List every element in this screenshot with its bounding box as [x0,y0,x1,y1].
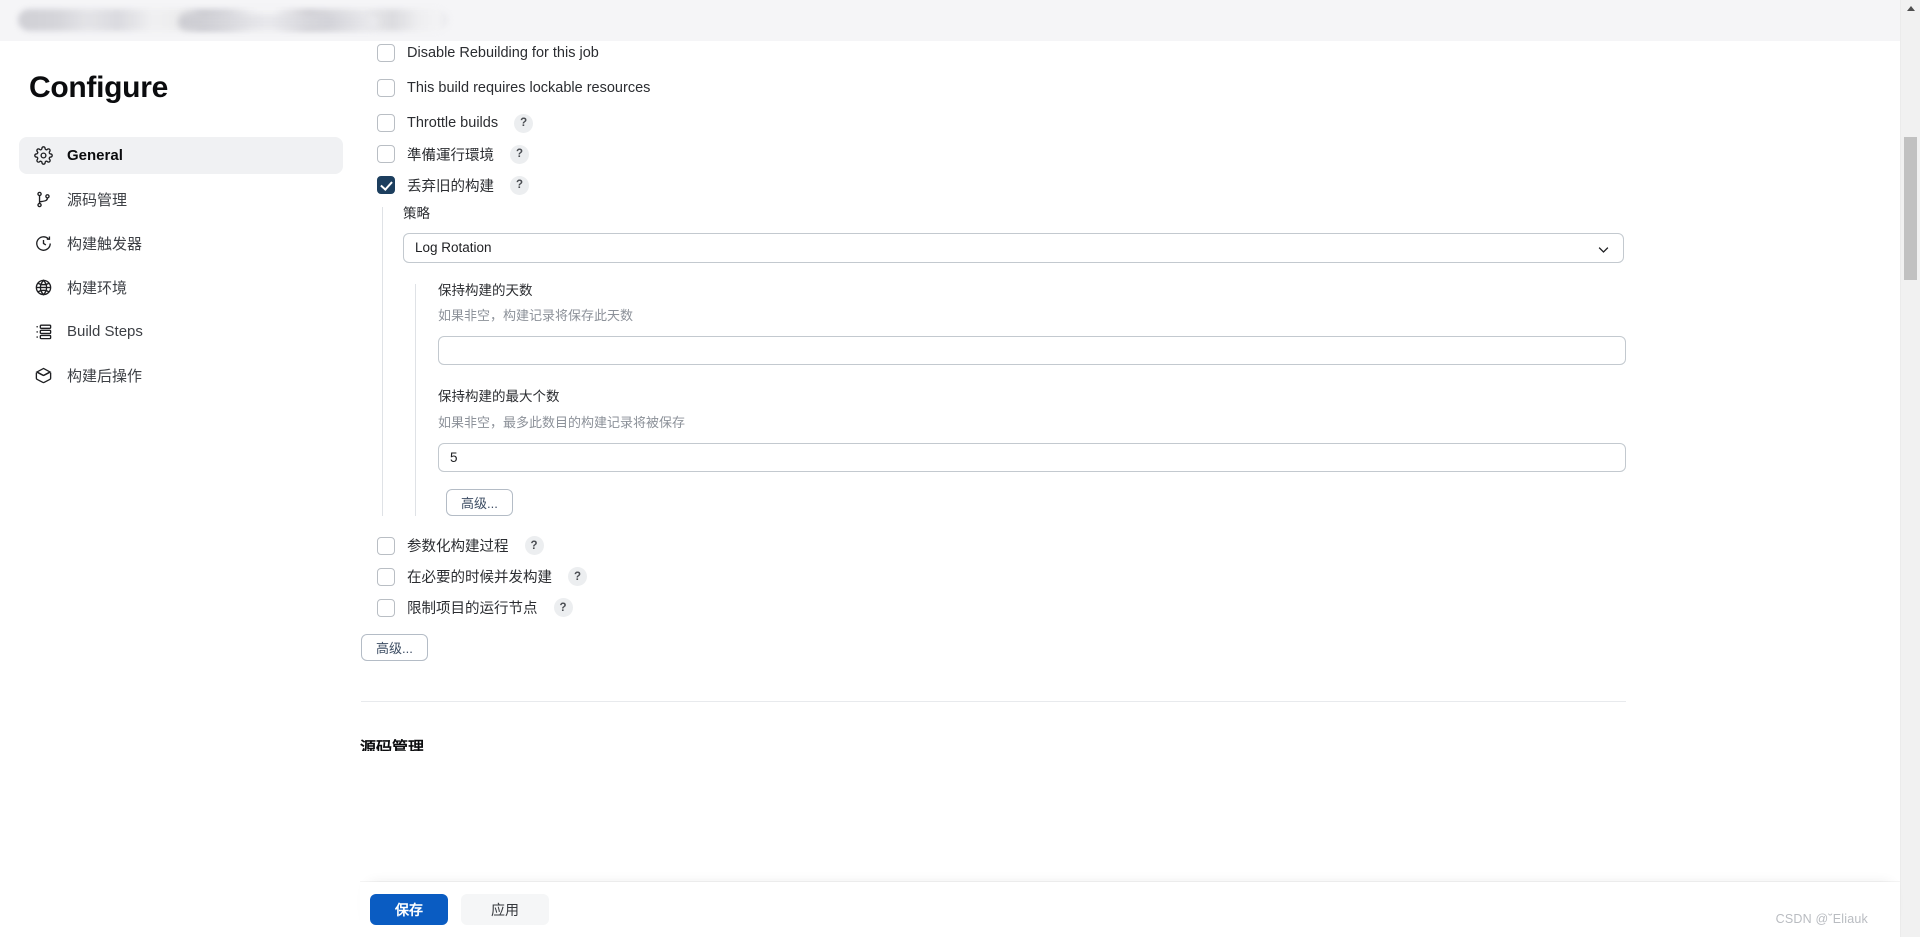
checkbox-row-restrict-node[interactable]: 限制项目的运行节点 ? [360,593,1626,623]
branch-icon [33,190,53,210]
checkbox-lockable-resources[interactable] [377,79,395,97]
checkbox-row-concurrent-builds[interactable]: 在必要的时候并发构建 ? [360,562,1626,592]
section-divider [361,701,1626,702]
options-top-group: Disable Rebuilding for this job This bui… [360,41,1626,751]
help-icon[interactable]: ? [568,567,587,586]
help-icon[interactable]: ? [525,536,544,555]
sidebar: Configure General 源码管理 [0,41,360,937]
strategy-label: 策略 [403,207,1626,221]
checkbox-label: 在必要的时候并发构建 [407,566,552,587]
checkbox-row-discard-old-builds[interactable]: 丢弃旧的构建 ? [360,170,1626,200]
strategy-select[interactable]: Log Rotation [403,233,1624,263]
list-icon [33,322,53,342]
action-bar: 保存 应用 CSDN @˘Eliauk [360,882,1900,937]
main-content: Disable Rebuilding for this job This bui… [360,41,1900,937]
sidebar-item-general[interactable]: General [19,137,343,174]
page-title: Configure [29,71,168,105]
sidebar-item-build-environment[interactable]: 构建环境 [19,269,343,306]
log-rotation-fields: 保持构建的天数 如果非空，构建记录将保存此天数 保持构建的最大个数 如果非空，最… [415,284,1626,516]
strategy-select-wrapper: Log Rotation [403,233,1624,263]
scrollbar-up-arrow-icon[interactable] [1901,0,1920,17]
checkbox-row-lockable-resources[interactable]: This build requires lockable resources [360,73,1626,103]
sidebar-item-label: 构建环境 [67,277,127,298]
breadcrumb-bar [0,0,1900,41]
help-icon[interactable]: ? [514,114,533,133]
sidebar-item-post-build-actions[interactable]: 构建后操作 [19,357,343,394]
days-to-keep-label: 保持构建的天数 [438,284,1626,298]
sidebar-item-scm[interactable]: 源码管理 [19,181,343,218]
checkbox-concurrent-builds[interactable] [377,568,395,586]
checkbox-row-prepare-environment[interactable]: 準備運行環境 ? [360,139,1626,169]
section-title: 源码管理 [360,737,424,751]
checkbox-label: Throttle builds [407,115,498,131]
checkbox-label: 丢弃旧的构建 [407,175,494,196]
apply-button[interactable]: 应用 [461,894,549,925]
checkbox-row-parameterized-build[interactable]: 参数化构建过程 ? [360,531,1626,561]
scrollbar-thumb[interactable] [1904,137,1917,280]
sidebar-item-label: 构建后操作 [67,365,142,386]
save-button[interactable]: 保存 [370,894,448,925]
advanced-log-rotation-button[interactable]: 高级... [446,489,513,516]
sidebar-item-label: Build Steps [67,323,143,340]
max-builds-to-keep-input[interactable] [438,443,1626,472]
checkbox-row-disable-rebuilding[interactable]: Disable Rebuilding for this job [360,41,1626,68]
days-to-keep-hint: 如果非空，构建记录将保存此天数 [438,309,1626,322]
clock-icon [33,234,53,254]
checkbox-label: This build requires lockable resources [407,80,650,96]
sidebar-item-label: General [67,147,123,164]
days-to-keep-input[interactable] [438,336,1626,365]
discard-old-builds-panel: 策略 Log Rotation 保持构建的天数 如果非空，构建记录将保存此天数 … [382,207,1626,516]
sidebar-item-build-triggers[interactable]: 构建触发器 [19,225,343,262]
package-icon [33,366,53,386]
checkbox-label: 準備運行環境 [407,144,494,165]
max-builds-to-keep-label: 保持构建的最大个数 [438,390,1626,404]
globe-icon [33,278,53,298]
checkbox-label: 限制项目的运行节点 [407,597,538,618]
page-scrollbar[interactable] [1900,0,1920,937]
breadcrumb-redacted-secondary [178,14,378,30]
help-icon[interactable]: ? [510,176,529,195]
checkbox-label: 参数化构建过程 [407,535,509,556]
checkbox-row-throttle-builds[interactable]: Throttle builds ? [360,108,1626,138]
max-builds-to-keep-hint: 如果非空，最多此数目的构建记录将被保存 [438,416,1626,429]
help-icon[interactable]: ? [554,598,573,617]
sidebar-nav: General 源码管理 构建触发器 [19,137,343,401]
sidebar-item-label: 源码管理 [67,189,127,210]
checkbox-discard-old-builds[interactable] [377,176,395,194]
checkbox-disable-rebuilding[interactable] [377,44,395,62]
checkbox-parameterized-build[interactable] [377,537,395,555]
sidebar-item-build-steps[interactable]: Build Steps [19,313,343,350]
checkbox-throttle-builds[interactable] [377,114,395,132]
advanced-general-button[interactable]: 高级... [361,634,428,661]
checkbox-prepare-environment[interactable] [377,145,395,163]
checkbox-restrict-node[interactable] [377,599,395,617]
gear-icon [33,146,53,166]
help-icon[interactable]: ? [510,145,529,164]
sidebar-item-label: 构建触发器 [67,233,142,254]
next-section-header: 源码管理 [360,737,760,751]
watermark: CSDN @˘Eliauk [1776,912,1868,926]
checkbox-label: Disable Rebuilding for this job [407,45,599,61]
